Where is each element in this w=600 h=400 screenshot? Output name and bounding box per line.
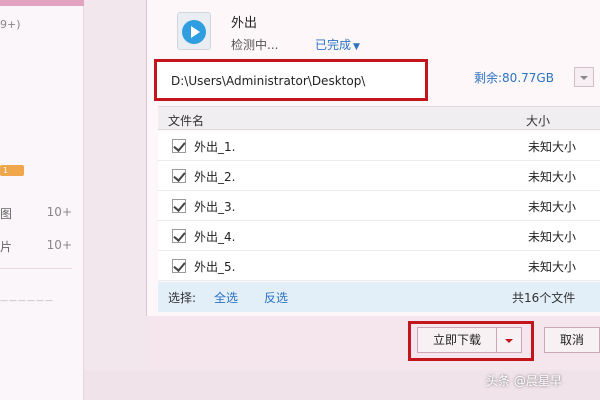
file-table-header: 文件名 大小 xyxy=(158,106,600,130)
left-item-label: 片 xyxy=(0,240,13,254)
play-icon xyxy=(182,20,206,44)
file-checkbox[interactable] xyxy=(172,229,186,243)
left-divider xyxy=(0,268,72,269)
save-path-input[interactable]: D:\Users\Administrator\Desktop\ xyxy=(154,59,428,101)
file-size: 未知大小 xyxy=(528,170,577,184)
file-checkbox[interactable] xyxy=(172,139,186,153)
column-filename: 文件名 xyxy=(168,114,205,128)
video-file-icon xyxy=(177,12,211,50)
file-name: 外出_5. xyxy=(194,260,236,274)
selection-label: 选择: xyxy=(168,291,197,305)
left-badge: 1 xyxy=(0,165,24,176)
left-item-count: 10+ xyxy=(46,205,72,219)
task-name: 外出 xyxy=(231,16,258,31)
left-item-label: 图 xyxy=(0,207,13,221)
table-row[interactable]: 外出_4. 未知大小 xyxy=(158,221,600,251)
table-row[interactable]: 外出_1. 未知大小 xyxy=(158,131,600,161)
file-size: 未知大小 xyxy=(528,140,577,154)
download-now-button[interactable]: 立即下载 xyxy=(417,327,497,353)
task-status: 检测中... xyxy=(231,38,279,52)
file-count: 共16个文件 xyxy=(512,291,576,305)
file-checkbox[interactable] xyxy=(172,169,186,183)
cancel-button[interactable]: 取消 xyxy=(544,327,600,353)
file-checkbox[interactable] xyxy=(172,259,186,273)
table-row[interactable]: 外出_3. 未知大小 xyxy=(158,191,600,221)
file-name: 外出_1. xyxy=(194,140,236,154)
left-footer: —————— xyxy=(0,296,54,305)
save-path-text: D:\Users\Administrator\Desktop\ xyxy=(171,74,366,88)
left-item-count: 10+ xyxy=(46,238,72,252)
file-name: 外出_2. xyxy=(194,170,236,184)
left-panel xyxy=(0,0,84,400)
watermark: 头条 @晨星早 xyxy=(486,374,562,388)
caret-down-icon: ▼ xyxy=(353,42,360,52)
left-item-1[interactable]: 图 10+ xyxy=(0,205,72,223)
file-size: 未知大小 xyxy=(528,200,577,214)
download-options-dropdown[interactable] xyxy=(496,327,522,353)
path-dropdown-button[interactable] xyxy=(574,67,594,87)
left-item-2[interactable]: 片 10+ xyxy=(0,238,72,256)
done-label: 已完成 xyxy=(315,38,352,52)
left-accent-bar xyxy=(0,0,84,6)
file-size: 未知大小 xyxy=(528,230,577,244)
table-row[interactable]: 外出_2. 未知大小 xyxy=(158,161,600,191)
file-name: 外出_3. xyxy=(194,200,236,214)
selection-bar: 选择: 全选 反选 共16个文件 xyxy=(158,282,600,312)
select-all-link[interactable]: 全选 xyxy=(214,289,238,306)
file-checkbox[interactable] xyxy=(172,199,186,213)
done-dropdown[interactable]: 已完成 ▼ xyxy=(315,36,360,53)
left-count: 9+) xyxy=(0,18,21,31)
invert-selection-link[interactable]: 反选 xyxy=(264,289,288,306)
file-name: 外出_4. xyxy=(194,230,236,244)
free-space-label: 剩余:80.77GB xyxy=(474,71,554,85)
column-size: 大小 xyxy=(526,114,551,128)
table-row[interactable]: 外出_5. 未知大小 xyxy=(158,251,600,281)
file-size: 未知大小 xyxy=(528,260,577,274)
